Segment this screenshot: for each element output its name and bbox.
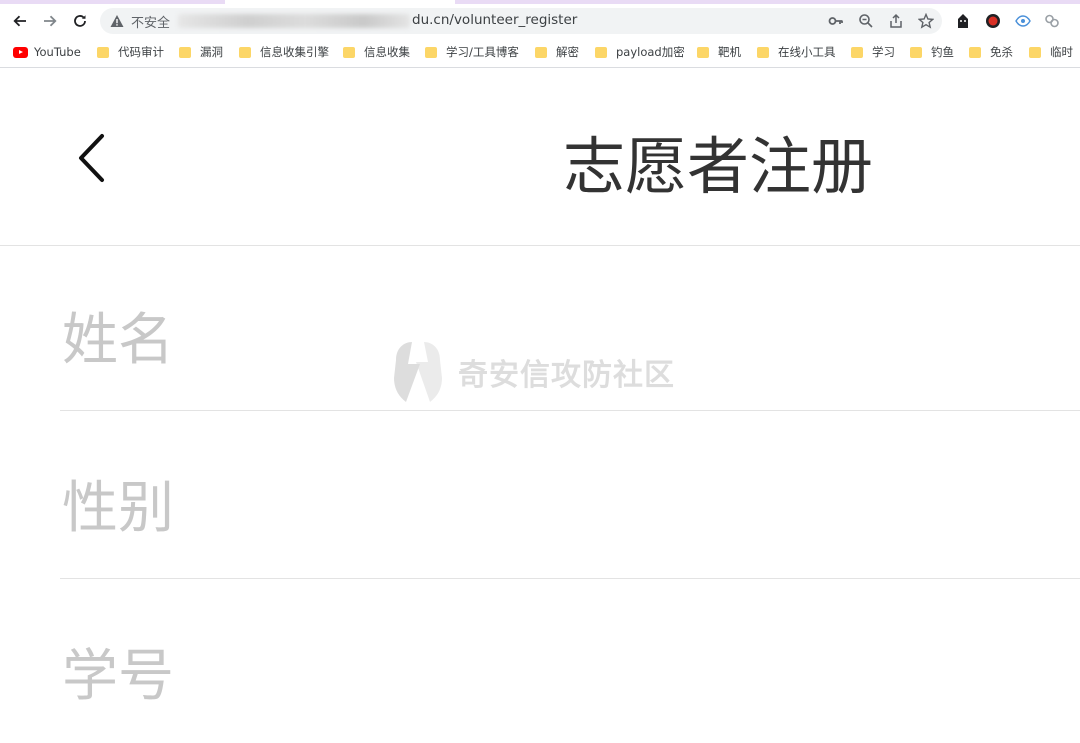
extension-hacker-icon[interactable] [954,12,972,30]
student-id-field[interactable]: 学号 [60,579,1080,743]
page-title: 志愿者注册 [563,130,874,203]
folder-icon [969,46,981,58]
folder-icon [239,46,251,58]
bookmark-item[interactable]: 免杀 [969,44,1013,60]
gender-field-placeholder: 性别 [62,476,174,541]
bookmark-item[interactable]: 解密 [535,44,579,60]
star-icon[interactable] [917,12,935,30]
redacted-url-part [178,14,410,28]
extension-red-icon[interactable] [984,12,1002,30]
chevron-left-icon[interactable] [72,130,112,186]
folder-icon [179,46,191,58]
bookmark-item[interactable]: 临时 [1029,44,1073,60]
bookmark-item[interactable]: 信息收集引擎 [239,44,329,60]
extension-eye-icon[interactable] [1014,12,1032,30]
folder-icon [697,46,709,58]
bookmark-item[interactable]: payload加密 [595,44,685,60]
bookmarks-bar: YouTube 代码审计 漏洞 信息收集引擎 信息收集 学习/工具博客 解密 p… [0,38,1080,68]
key-icon[interactable] [827,12,845,30]
browser-toolbar: 不安全 du.cn/volunteer_register [0,4,1080,38]
bookmark-item[interactable]: 学习/工具博客 [425,44,519,60]
bookmark-item[interactable]: 钓鱼 [910,44,954,60]
folder-icon [910,46,922,58]
name-field-placeholder: 姓名 [62,308,174,373]
bookmark-item[interactable]: 靶机 [697,44,741,60]
url-text[interactable]: du.cn/volunteer_register [412,12,577,28]
warning-icon[interactable] [110,13,124,32]
bookmark-item[interactable]: 在线小工具 [757,44,836,60]
address-bar[interactable]: 不安全 du.cn/volunteer_register [100,8,942,34]
youtube-icon [13,46,28,58]
bookmark-youtube[interactable]: YouTube [13,44,81,60]
bookmark-item[interactable]: 漏洞 [179,44,223,60]
folder-icon [595,46,607,58]
extension-link-icon[interactable] [1043,12,1061,30]
bookmark-item[interactable]: 学习 [851,44,895,60]
page-header: 志愿者注册 [0,68,1080,246]
folder-icon [757,46,769,58]
bookmark-item[interactable]: 信息收集 [343,44,410,60]
watermark-text: 奇安信攻防社区 [458,358,675,393]
student-id-field-placeholder: 学号 [62,644,174,709]
folder-icon [425,46,437,58]
folder-icon [343,46,355,58]
watermark: 奇安信攻防社区 [390,338,690,406]
folder-icon [97,46,109,58]
folder-icon [535,46,547,58]
security-label[interactable]: 不安全 [131,12,170,31]
forward-arrow-icon[interactable] [39,10,61,32]
share-icon[interactable] [887,12,905,30]
lightning-shield-icon [394,342,442,402]
back-arrow-icon[interactable] [9,10,31,32]
reload-icon[interactable] [69,10,91,32]
zoom-icon[interactable] [857,12,875,30]
folder-icon [1029,46,1041,58]
folder-icon [851,46,863,58]
gender-field[interactable]: 性别 [60,411,1080,579]
bookmark-item[interactable]: 代码审计 [97,44,164,60]
